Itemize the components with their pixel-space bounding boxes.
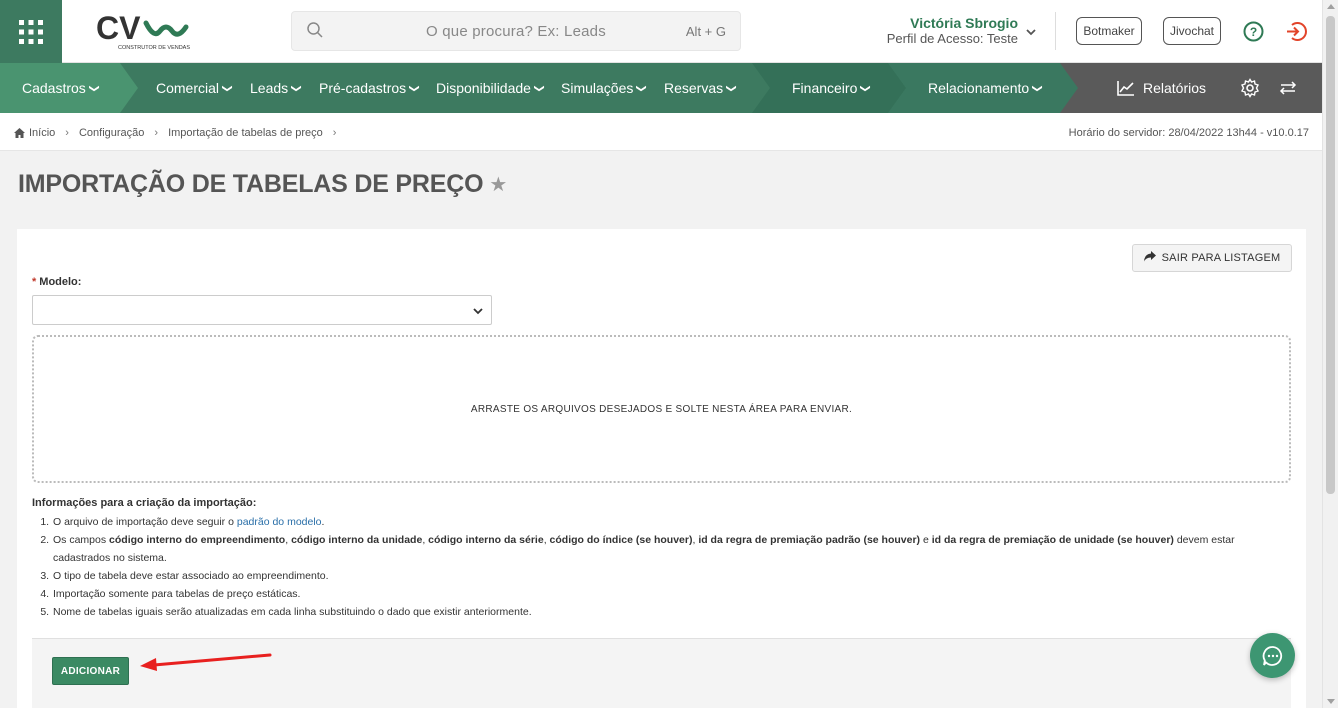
user-profile: Perfil de Acesso: Teste	[886, 31, 1018, 46]
file-dropzone[interactable]: ARRASTE OS ARQUIVOS DESEJADOS E SOLTE NE…	[32, 335, 1291, 483]
scroll-up-icon[interactable]	[1327, 4, 1335, 9]
list-item: Os campos código interno do empreendimen…	[52, 531, 1292, 567]
chart-line-icon	[1117, 80, 1135, 96]
logo[interactable]: CV CONSTRUTOR DE VENDAS	[94, 9, 194, 53]
search-placeholder: O que procura? Ex: Leads	[426, 23, 606, 40]
star-icon[interactable]: ★	[489, 172, 507, 197]
search-box[interactable]: O que procura? Ex: Leads Alt + G	[291, 11, 741, 51]
page-title-text: IMPORTAÇÃO DE TABELAS DE PREÇO	[18, 170, 484, 198]
share-arrow-icon	[1143, 251, 1156, 265]
dropzone-text: ARRASTE OS ARQUIVOS DESEJADOS E SOLTE NE…	[470, 403, 853, 415]
form-footer: ADICIONAR	[32, 638, 1291, 708]
list-item: O tipo de tabela deve estar associado ao…	[52, 567, 1292, 585]
search-icon	[306, 21, 324, 44]
breadcrumb-bar: Início › Configuração › Importação de ta…	[0, 113, 1322, 151]
chevron-right-icon: ›	[65, 127, 69, 139]
page-title: IMPORTAÇÃO DE TABELAS DE PREÇO ★	[18, 170, 507, 199]
info-title: Informações para a criação da importação…	[32, 497, 257, 509]
search-shortcut: Alt + G	[685, 24, 726, 39]
gear-icon[interactable]	[1240, 63, 1260, 113]
logo-tagline: CONSTRUTOR DE VENDAS	[118, 45, 190, 51]
chevron-down-icon: ❯	[860, 83, 872, 93]
exit-to-list-button[interactable]: SAIR PARA LISTAGEM	[1132, 244, 1292, 272]
chat-button[interactable]	[1250, 633, 1295, 678]
chevron-down-icon[interactable]	[1025, 24, 1037, 42]
list-item: O arquivo de importação deve seguir o pa…	[52, 513, 1292, 531]
chat-bubble-icon	[1262, 645, 1284, 667]
nav-item-simulacoes[interactable]: Simulações ❯	[561, 63, 648, 113]
chevron-down-icon	[472, 304, 484, 322]
chevron-down-icon: ❯	[290, 83, 302, 93]
header-divider	[1055, 12, 1056, 50]
nav-item-reservas[interactable]: Reservas ❯	[664, 63, 737, 113]
chevron-right-icon: ›	[154, 127, 159, 139]
botmaker-button[interactable]: Botmaker	[1076, 17, 1142, 45]
chevron-down-icon: ❯	[88, 83, 100, 93]
import-info: Informações para a criação da importação…	[32, 497, 1292, 621]
import-card: SAIR PARA LISTAGEM * Modelo: ARRASTE OS A…	[17, 229, 1306, 708]
help-icon[interactable]: ?	[1243, 21, 1264, 47]
logo-text: CV	[96, 10, 141, 46]
model-label: * Modelo:	[32, 276, 82, 288]
main-nav: Cadastros ❯ Comercial ❯ Leads ❯ Pré-cadastr…	[0, 63, 1322, 113]
add-button[interactable]: ADICIONAR	[52, 657, 129, 685]
user-name: Victória Sbrogio	[910, 15, 1018, 31]
nav-item-relacionamento[interactable]: Relacionamento ❯	[928, 63, 1043, 113]
page-scrollbar[interactable]	[1322, 0, 1338, 708]
breadcrumb-home[interactable]: Início	[29, 127, 55, 139]
nav-item-disponibilidade[interactable]: Disponibilidade ❯	[436, 63, 545, 113]
nav-item-financeiro[interactable]: Financeiro ❯	[792, 63, 872, 113]
nav-item-leads[interactable]: Leads ❯	[250, 63, 302, 113]
breadcrumb-current[interactable]: Importação de tabelas de preço	[168, 127, 323, 139]
scrollbar-thumb[interactable]	[1326, 16, 1335, 494]
scroll-down-icon[interactable]	[1327, 699, 1335, 704]
nav-item-relatorios[interactable]: Relatórios	[1117, 63, 1206, 113]
chevron-down-icon: ❯	[221, 83, 233, 93]
model-select[interactable]	[32, 295, 492, 325]
chevron-down-icon: ❯	[636, 83, 648, 93]
required-mark: *	[32, 276, 37, 288]
list-item: Nome de tabelas iguais serão atualizadas…	[52, 603, 1292, 621]
nav-item-comercial[interactable]: Comercial ❯	[156, 63, 233, 113]
top-header: CV CONSTRUTOR DE VENDAS O que procura? E…	[0, 0, 1322, 63]
user-info[interactable]: Victória Sbrogio Perfil de Acesso: Teste	[860, 15, 1018, 47]
nav-item-pre-cadastros[interactable]: Pré-cadastros ❯	[319, 63, 420, 113]
info-list: O arquivo de importação deve seguir o pa…	[52, 513, 1292, 621]
breadcrumb: Início › Configuração › Importação de ta…	[14, 127, 346, 139]
list-item: Importação somente para tabelas de preço…	[52, 585, 1292, 603]
svg-text:?: ?	[1250, 25, 1257, 39]
chevron-right-icon: ›	[332, 127, 337, 139]
grid-menu-icon[interactable]	[0, 0, 62, 63]
server-time: Horário do servidor: 28/04/2022 13h44 - …	[1068, 127, 1309, 139]
chevron-down-icon: ❯	[725, 83, 737, 93]
annotation-arrow-icon	[140, 653, 272, 671]
home-icon	[14, 128, 25, 138]
nav-item-cadastros[interactable]: Cadastros ❯	[22, 63, 100, 113]
logout-icon[interactable]	[1285, 21, 1307, 47]
jivochat-button[interactable]: Jivochat	[1163, 17, 1221, 45]
chevron-down-icon: ❯	[533, 83, 545, 93]
model-template-link[interactable]: padrão do modelo	[237, 516, 322, 528]
breadcrumb-configuracao[interactable]: Configuração	[79, 127, 144, 139]
chevron-down-icon: ❯	[1031, 83, 1043, 93]
chevron-down-icon: ❯	[408, 83, 420, 93]
swap-arrows-icon[interactable]	[1279, 63, 1297, 113]
